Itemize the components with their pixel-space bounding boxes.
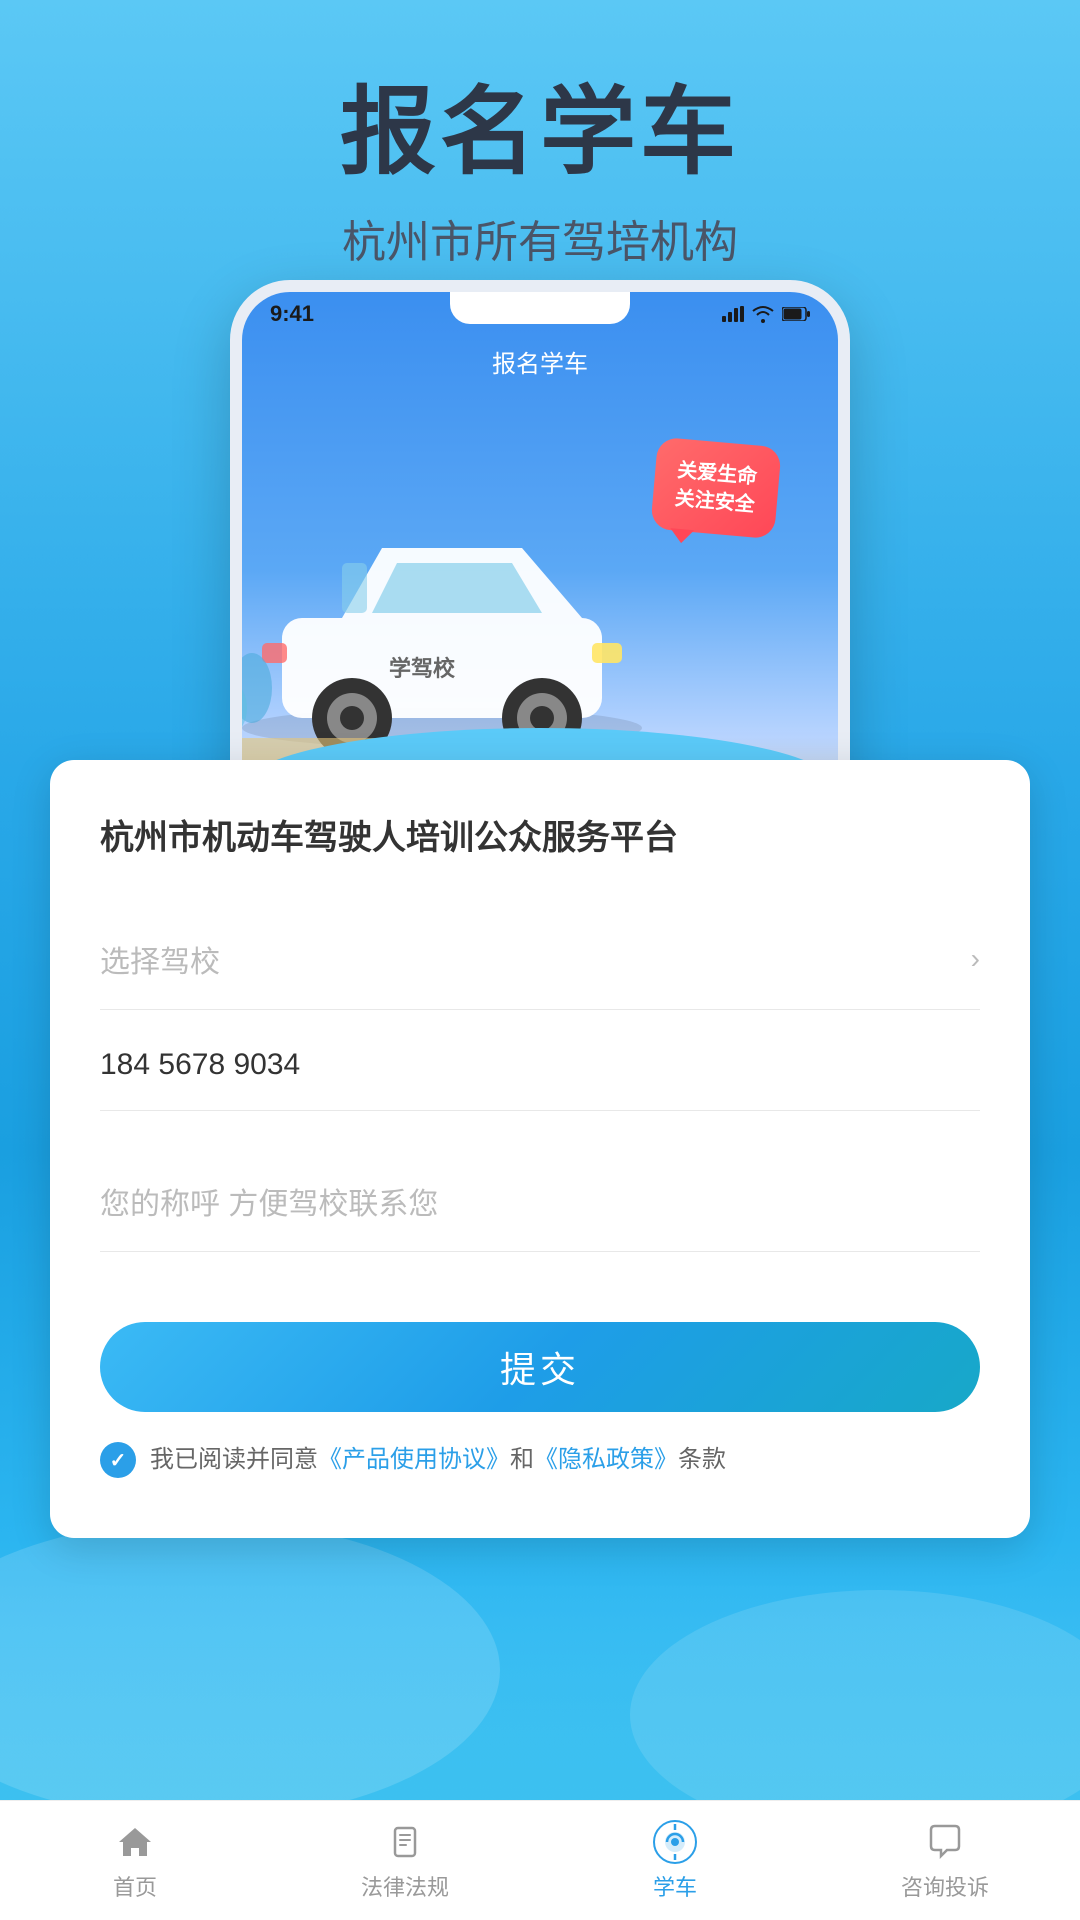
nav-label-home: 首页 bbox=[113, 1870, 157, 1902]
signal-icon bbox=[722, 306, 744, 322]
agreement-checkbox[interactable] bbox=[100, 1442, 136, 1478]
agreement-prefix: 我已阅读并同意 bbox=[150, 1446, 318, 1473]
phone-notch bbox=[450, 292, 630, 324]
submit-button[interactable]: 提交 bbox=[100, 1322, 980, 1412]
nav-label-car: 学车 bbox=[653, 1870, 697, 1902]
agreement-link1[interactable]: 《产品使用协议》 bbox=[318, 1446, 510, 1473]
nav-item-consult[interactable]: 咨询投诉 bbox=[810, 1820, 1080, 1902]
battery-icon bbox=[782, 307, 810, 321]
agreement-link2[interactable]: 《隐私政策》 bbox=[534, 1446, 678, 1473]
nav-item-law[interactable]: 法律法规 bbox=[270, 1820, 540, 1902]
wifi-icon bbox=[752, 305, 774, 323]
nav-label-consult: 咨询投诉 bbox=[901, 1870, 989, 1902]
nav-label-law: 法律法规 bbox=[361, 1870, 449, 1902]
phone-value: 184 5678 9034 bbox=[100, 1048, 300, 1082]
speech-bubble: 关爱生命 关注安全 bbox=[650, 437, 782, 539]
status-icons bbox=[722, 305, 810, 323]
school-placeholder: 选择驾校 bbox=[100, 937, 220, 981]
chat-icon bbox=[923, 1820, 967, 1864]
sub-title: 杭州市所有驾培机构 bbox=[0, 206, 1080, 270]
header-section: 报名学车 杭州市所有驾培机构 bbox=[0, 0, 1080, 270]
chevron-right-icon: › bbox=[971, 943, 980, 975]
main-title: 报名学车 bbox=[0, 80, 1080, 186]
nav-item-home[interactable]: 首页 bbox=[0, 1820, 270, 1902]
agreement-text: 我已阅读并同意《产品使用协议》和《隐私政策》条款 bbox=[150, 1443, 726, 1477]
form-subtitle: 杭州市机动车驾驶人培训公众服务平台 bbox=[100, 810, 980, 859]
agreement-suffix: 条款 bbox=[678, 1446, 726, 1473]
nav-item-car[interactable]: 学车 bbox=[540, 1820, 810, 1902]
car-image: 学驾校 bbox=[242, 488, 702, 768]
car-nav-icon bbox=[653, 1820, 697, 1864]
bottom-navigation: 首页 法律法规 学车 bbox=[0, 1800, 1080, 1920]
phone-field[interactable]: 184 5678 9034 bbox=[100, 1020, 980, 1111]
form-card: 杭州市机动车驾驶人培训公众服务平台 选择驾校 › 184 5678 9034 您… bbox=[50, 760, 1030, 1538]
speech-line2: 关注安全 bbox=[674, 485, 756, 520]
agreement-row: 我已阅读并同意《产品使用协议》和《隐私政策》条款 bbox=[100, 1442, 980, 1478]
agreement-and: 和 bbox=[510, 1446, 534, 1473]
name-placeholder: 您的称呼 方便驾校联系您 bbox=[100, 1179, 438, 1223]
school-field[interactable]: 选择驾校 › bbox=[100, 909, 980, 1010]
law-icon bbox=[383, 1820, 427, 1864]
status-time: 9:41 bbox=[270, 301, 314, 327]
svg-text:学驾校: 学驾校 bbox=[389, 656, 456, 681]
name-field[interactable]: 您的称呼 方便驾校联系您 bbox=[100, 1151, 980, 1252]
phone-header-title: 报名学车 bbox=[242, 344, 838, 379]
home-icon bbox=[113, 1820, 157, 1864]
